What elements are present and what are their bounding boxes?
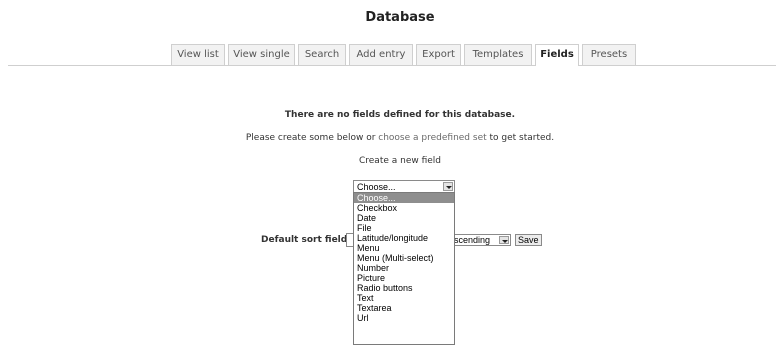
tab-fields[interactable]: Fields	[535, 44, 579, 66]
tab-presets[interactable]: Presets	[582, 44, 636, 65]
chevron-down-icon[interactable]	[499, 236, 509, 244]
page-title: Database	[365, 10, 435, 25]
chevron-down-icon[interactable]	[443, 182, 453, 191]
sort-order-select[interactable]: scending	[452, 234, 511, 246]
tab-add-entry[interactable]: Add entry	[349, 44, 413, 65]
option-textarea[interactable]: Textarea	[354, 303, 454, 313]
option-latitude-longitude[interactable]: Latitude/longitude	[354, 233, 454, 243]
tab-export[interactable]: Export	[416, 44, 461, 65]
create-field-heading: Create a new field	[358, 156, 442, 166]
create-prefix-text: Please create some below or	[245, 133, 379, 143]
option-number[interactable]: Number	[354, 263, 454, 273]
create-suffix-text: to get started.	[486, 133, 555, 143]
tab-search[interactable]: Search	[298, 44, 346, 65]
tab-view-single[interactable]: View single	[228, 44, 295, 65]
create-instructions: Please create some below or choose a pre…	[0, 133, 784, 143]
no-fields-message: There are no fields defined for this dat…	[284, 110, 516, 120]
field-type-options: Choose... Checkbox Date File Latitude/lo…	[353, 192, 455, 345]
option-url[interactable]: Url	[354, 313, 454, 323]
sort-order-value: scending	[454, 235, 491, 245]
option-text[interactable]: Text	[354, 293, 454, 303]
tab-view-list[interactable]: View list	[171, 44, 225, 65]
predefined-set-link[interactable]: choose a predefined set	[378, 133, 486, 143]
default-sort-label: Default sort field	[261, 235, 348, 245]
option-file[interactable]: File	[354, 223, 454, 233]
tab-templates[interactable]: Templates	[464, 44, 532, 65]
option-choose[interactable]: Choose...	[354, 193, 454, 203]
option-radio-buttons[interactable]: Radio buttons	[354, 283, 454, 293]
field-type-select-value: Choose...	[357, 182, 396, 192]
save-button[interactable]: Save	[515, 234, 542, 246]
option-checkbox[interactable]: Checkbox	[354, 203, 454, 213]
option-picture[interactable]: Picture	[354, 273, 454, 283]
option-menu-multi-select[interactable]: Menu (Multi-select)	[354, 253, 454, 263]
option-menu[interactable]: Menu	[354, 243, 454, 253]
tab-divider	[8, 65, 776, 66]
option-date[interactable]: Date	[354, 213, 454, 223]
